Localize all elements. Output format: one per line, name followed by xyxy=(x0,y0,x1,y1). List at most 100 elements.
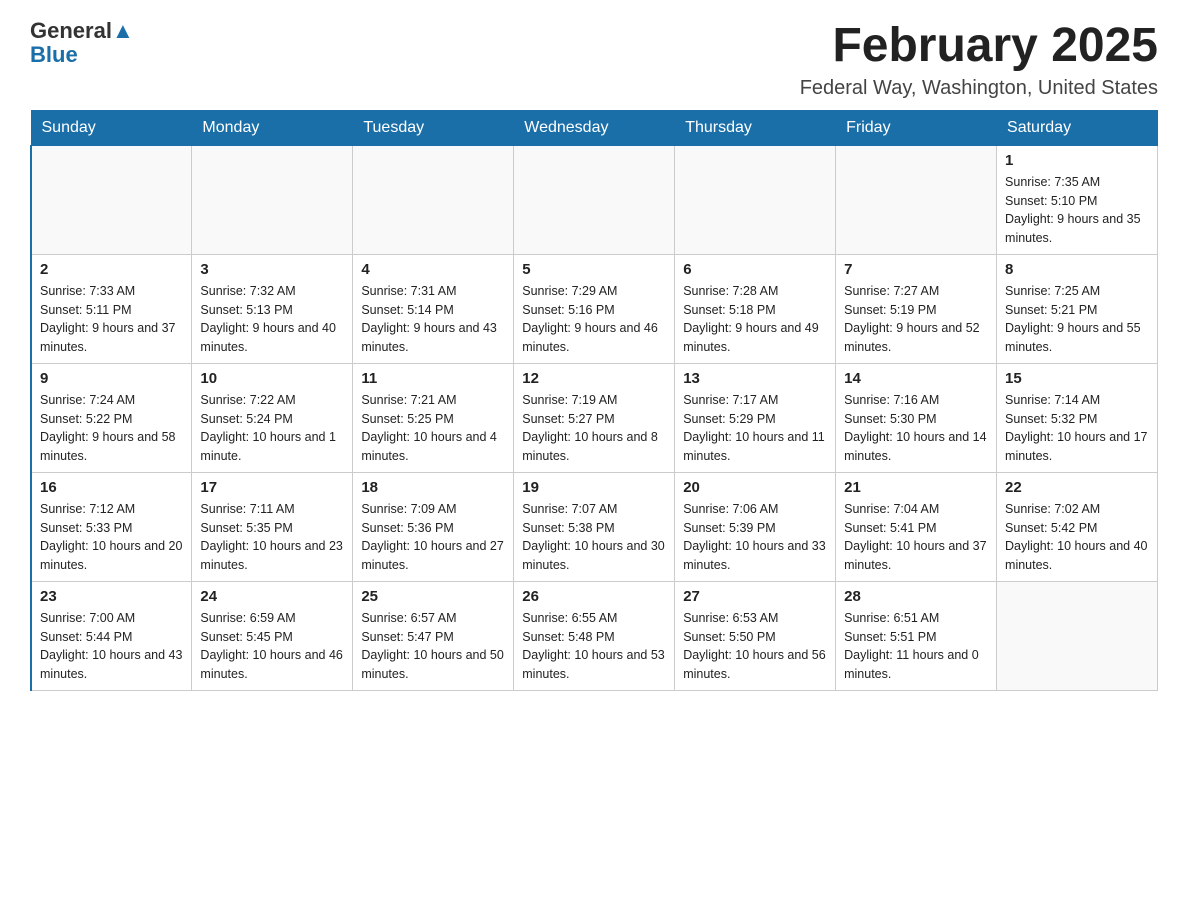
day-info: Sunrise: 7:09 AMSunset: 5:36 PMDaylight:… xyxy=(361,500,505,575)
day-number: 28 xyxy=(844,588,988,605)
calendar-day-header-thursday: Thursday xyxy=(675,110,836,145)
calendar-table: SundayMondayTuesdayWednesdayThursdayFrid… xyxy=(30,110,1158,691)
calendar-week-row: 1 Sunrise: 7:35 AMSunset: 5:10 PMDaylight… xyxy=(31,145,1158,254)
logo-general: General▲ xyxy=(30,20,134,42)
calendar-cell: 17Sunrise: 7:11 AMSunset: 5:35 PMDayligh… xyxy=(192,472,353,581)
day-info: Sunrise: 6:57 AMSunset: 5:47 PMDaylight:… xyxy=(361,609,505,684)
calendar-cell xyxy=(353,145,514,254)
calendar-day-header-monday: Monday xyxy=(192,110,353,145)
calendar-cell: 2 Sunrise: 7:33 AMSunset: 5:11 PMDaylight… xyxy=(31,254,192,363)
day-number: 27 xyxy=(683,588,827,605)
calendar-day-header-sunday: Sunday xyxy=(31,110,192,145)
calendar-cell: 4 Sunrise: 7:31 AMSunset: 5:14 PMDaylight… xyxy=(353,254,514,363)
day-info: Sunrise: 7:33 AMSunset: 5:11 PMDaylight:… xyxy=(40,282,183,357)
day-info: Sunrise: 6:59 AMSunset: 5:45 PMDaylight:… xyxy=(200,609,344,684)
calendar-day-header-wednesday: Wednesday xyxy=(514,110,675,145)
calendar-cell: 19 Sunrise: 7:07 AMSunset: 5:38 PMDayligh… xyxy=(514,472,675,581)
calendar-week-row: 2 Sunrise: 7:33 AMSunset: 5:11 PMDaylight… xyxy=(31,254,1158,363)
day-info: Sunrise: 7:29 AMSunset: 5:16 PMDaylight:… xyxy=(522,282,666,357)
day-info: Sunrise: 7:02 AMSunset: 5:42 PMDaylight:… xyxy=(1005,500,1149,575)
calendar-cell: 24 Sunrise: 6:59 AMSunset: 5:45 PMDayligh… xyxy=(192,581,353,690)
day-info: Sunrise: 7:00 AMSunset: 5:44 PMDaylight:… xyxy=(40,609,183,684)
calendar-week-row: 16Sunrise: 7:12 AMSunset: 5:33 PMDayligh… xyxy=(31,472,1158,581)
calendar-cell: 15 Sunrise: 7:14 AMSunset: 5:32 PMDayligh… xyxy=(997,363,1158,472)
day-info: Sunrise: 6:51 AMSunset: 5:51 PMDaylight:… xyxy=(844,609,988,684)
day-number: 11 xyxy=(361,370,505,387)
day-info: Sunrise: 7:21 AMSunset: 5:25 PMDaylight:… xyxy=(361,391,505,466)
calendar-cell: 7 Sunrise: 7:27 AMSunset: 5:19 PMDaylight… xyxy=(836,254,997,363)
day-info: Sunrise: 7:04 AMSunset: 5:41 PMDaylight:… xyxy=(844,500,988,575)
day-info: Sunrise: 7:35 AMSunset: 5:10 PMDaylight:… xyxy=(1005,173,1149,248)
day-info: Sunrise: 7:07 AMSunset: 5:38 PMDaylight:… xyxy=(522,500,666,575)
day-number: 7 xyxy=(844,261,988,278)
day-number: 16 xyxy=(40,479,183,496)
title-section: February 2025 Federal Way, Washington, U… xyxy=(800,20,1158,100)
day-info: Sunrise: 6:53 AMSunset: 5:50 PMDaylight:… xyxy=(683,609,827,684)
calendar-cell xyxy=(997,581,1158,690)
logo-blue: Blue xyxy=(30,44,78,66)
day-number: 24 xyxy=(200,588,344,605)
calendar-cell: 27 Sunrise: 6:53 AMSunset: 5:50 PMDayligh… xyxy=(675,581,836,690)
day-info: Sunrise: 7:14 AMSunset: 5:32 PMDaylight:… xyxy=(1005,391,1149,466)
calendar-cell: 11 Sunrise: 7:21 AMSunset: 5:25 PMDayligh… xyxy=(353,363,514,472)
day-number: 21 xyxy=(844,479,988,496)
calendar-cell: 26 Sunrise: 6:55 AMSunset: 5:48 PMDayligh… xyxy=(514,581,675,690)
calendar-cell xyxy=(836,145,997,254)
calendar-cell: 14Sunrise: 7:16 AMSunset: 5:30 PMDayligh… xyxy=(836,363,997,472)
day-number: 10 xyxy=(200,370,344,387)
day-info: Sunrise: 7:16 AMSunset: 5:30 PMDaylight:… xyxy=(844,391,988,466)
day-number: 17 xyxy=(200,479,344,496)
calendar-cell: 13Sunrise: 7:17 AMSunset: 5:29 PMDayligh… xyxy=(675,363,836,472)
calendar-cell: 21 Sunrise: 7:04 AMSunset: 5:41 PMDayligh… xyxy=(836,472,997,581)
calendar-cell xyxy=(31,145,192,254)
day-info: Sunrise: 7:22 AMSunset: 5:24 PMDaylight:… xyxy=(200,391,344,466)
day-number: 2 xyxy=(40,261,183,278)
calendar-cell: 6 Sunrise: 7:28 AMSunset: 5:18 PMDaylight… xyxy=(675,254,836,363)
logo-triangle-icon: ▲ xyxy=(112,20,134,42)
day-info: Sunrise: 7:06 AMSunset: 5:39 PMDaylight:… xyxy=(683,500,827,575)
calendar-day-header-friday: Friday xyxy=(836,110,997,145)
calendar-cell: 28 Sunrise: 6:51 AMSunset: 5:51 PMDayligh… xyxy=(836,581,997,690)
calendar-cell: 12Sunrise: 7:19 AMSunset: 5:27 PMDayligh… xyxy=(514,363,675,472)
calendar-cell: 5 Sunrise: 7:29 AMSunset: 5:16 PMDaylight… xyxy=(514,254,675,363)
calendar-day-header-tuesday: Tuesday xyxy=(353,110,514,145)
day-info: Sunrise: 7:27 AMSunset: 5:19 PMDaylight:… xyxy=(844,282,988,357)
day-number: 5 xyxy=(522,261,666,278)
calendar-cell: 3Sunrise: 7:32 AMSunset: 5:13 PMDaylight… xyxy=(192,254,353,363)
day-number: 4 xyxy=(361,261,505,278)
day-info: Sunrise: 7:28 AMSunset: 5:18 PMDaylight:… xyxy=(683,282,827,357)
day-info: Sunrise: 7:25 AMSunset: 5:21 PMDaylight:… xyxy=(1005,282,1149,357)
day-number: 1 xyxy=(1005,152,1149,169)
page-header: General▲ Blue February 2025 Federal Way,… xyxy=(30,20,1158,100)
calendar-cell: 18 Sunrise: 7:09 AMSunset: 5:36 PMDayligh… xyxy=(353,472,514,581)
day-info: Sunrise: 7:31 AMSunset: 5:14 PMDaylight:… xyxy=(361,282,505,357)
calendar-cell: 8 Sunrise: 7:25 AMSunset: 5:21 PMDaylight… xyxy=(997,254,1158,363)
calendar-cell: 22 Sunrise: 7:02 AMSunset: 5:42 PMDayligh… xyxy=(997,472,1158,581)
day-number: 23 xyxy=(40,588,183,605)
day-number: 22 xyxy=(1005,479,1149,496)
calendar-week-row: 23 Sunrise: 7:00 AMSunset: 5:44 PMDayligh… xyxy=(31,581,1158,690)
day-number: 6 xyxy=(683,261,827,278)
calendar-cell: 25 Sunrise: 6:57 AMSunset: 5:47 PMDayligh… xyxy=(353,581,514,690)
day-number: 13 xyxy=(683,370,827,387)
day-number: 8 xyxy=(1005,261,1149,278)
day-number: 26 xyxy=(522,588,666,605)
calendar-cell xyxy=(192,145,353,254)
calendar-cell: 20Sunrise: 7:06 AMSunset: 5:39 PMDayligh… xyxy=(675,472,836,581)
day-number: 9 xyxy=(40,370,183,387)
day-number: 19 xyxy=(522,479,666,496)
day-info: Sunrise: 7:24 AMSunset: 5:22 PMDaylight:… xyxy=(40,391,183,466)
location: Federal Way, Washington, United States xyxy=(800,77,1158,100)
calendar-cell xyxy=(675,145,836,254)
calendar-week-row: 9 Sunrise: 7:24 AMSunset: 5:22 PMDaylight… xyxy=(31,363,1158,472)
day-info: Sunrise: 7:19 AMSunset: 5:27 PMDaylight:… xyxy=(522,391,666,466)
day-number: 25 xyxy=(361,588,505,605)
calendar-cell: 10 Sunrise: 7:22 AMSunset: 5:24 PMDayligh… xyxy=(192,363,353,472)
calendar-cell: 23 Sunrise: 7:00 AMSunset: 5:44 PMDayligh… xyxy=(31,581,192,690)
logo: General▲ Blue xyxy=(30,20,134,66)
day-number: 18 xyxy=(361,479,505,496)
calendar-day-header-saturday: Saturday xyxy=(997,110,1158,145)
day-number: 15 xyxy=(1005,370,1149,387)
day-number: 3 xyxy=(200,261,344,278)
day-info: Sunrise: 6:55 AMSunset: 5:48 PMDaylight:… xyxy=(522,609,666,684)
